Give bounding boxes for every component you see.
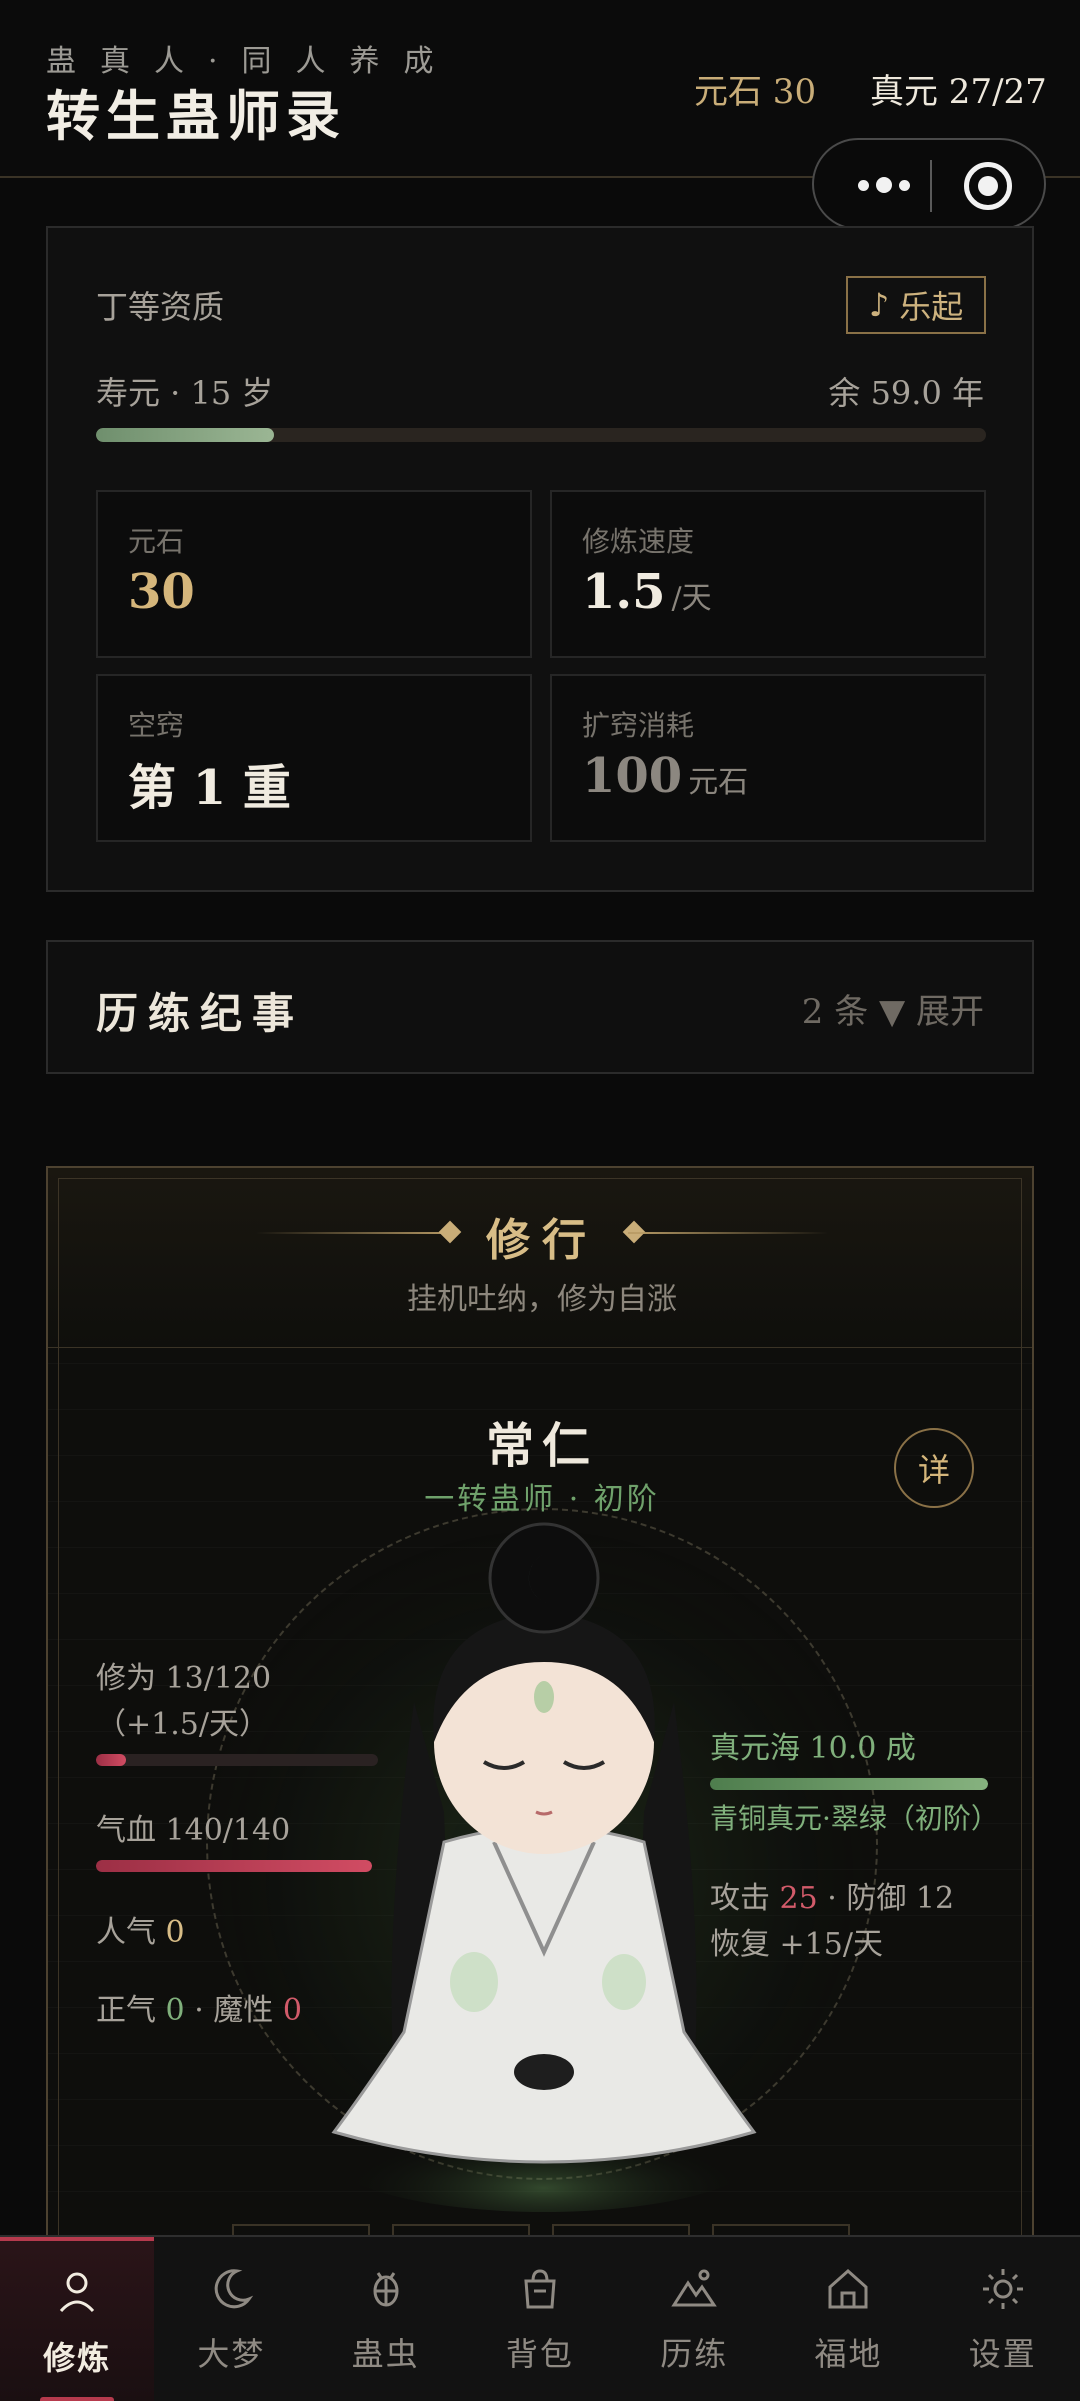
- aperture-bar-fill: [710, 1778, 988, 1790]
- righteous-value: 0: [165, 1993, 185, 2028]
- nav-item-cultivate[interactable]: 修炼: [0, 2237, 155, 2401]
- chronicle-expand-toggle[interactable]: 2 条 ▼ 展开: [802, 984, 984, 1033]
- close-target-icon[interactable]: [964, 162, 1012, 210]
- cultivation-panel: 修行 挂机吐纳，修为自涨 常仁 一转蛊师 · 初阶 详 修为 13/120（+1…: [46, 1166, 1034, 2401]
- music-button-label: 乐起: [899, 288, 964, 326]
- stat-label: 扩窍消耗: [582, 709, 695, 742]
- popularity-row: 人气 0: [96, 1910, 185, 1956]
- music-note-icon: ♪: [868, 286, 890, 324]
- stat-value: 1.5/天: [582, 564, 712, 620]
- detail-button[interactable]: 详: [894, 1428, 974, 1508]
- stat-unit: /天: [671, 581, 712, 616]
- stat-label: 修炼速度: [582, 525, 695, 558]
- stat-value: 100 元石: [582, 748, 749, 804]
- stat-unit: 元石: [688, 765, 749, 800]
- demonic-value: 0: [282, 1993, 302, 2028]
- person-icon: [60, 2272, 95, 2313]
- mini-program-capsule: [812, 138, 1046, 230]
- aperture-bar: [710, 1778, 988, 1790]
- righteous-label: 正气: [96, 1993, 156, 2028]
- app-title: 转生蛊师录: [46, 84, 346, 148]
- attack-label: 攻击: [710, 1881, 770, 1916]
- nav-label: 修炼: [43, 2339, 112, 2377]
- lifespan-bar: [96, 428, 986, 442]
- more-icon[interactable]: [844, 168, 924, 202]
- robe-spot: [602, 1954, 646, 2010]
- recovery-text: 恢复 +15/天: [710, 1927, 883, 1962]
- nav-item-settings[interactable]: 设置: [926, 2237, 1080, 2401]
- popularity-label: 人气: [96, 1915, 156, 1950]
- zhenyuan-counter: 真元 27/27: [870, 72, 1047, 112]
- stat-stone: 元石 30: [96, 490, 532, 658]
- mountain-icon: [671, 2269, 717, 2307]
- stone-counter: 元石 30: [694, 72, 817, 112]
- chronicle-panel[interactable]: 历练纪事 2 条 ▼ 展开: [46, 940, 1034, 1074]
- aperture-text: 真元海 10.0 成: [710, 1731, 916, 1766]
- music-button[interactable]: ♪ 乐起: [846, 276, 986, 334]
- capsule-divider: [930, 160, 932, 212]
- nav-label: 背包: [505, 2335, 574, 2373]
- robe-spot: [450, 1952, 498, 2012]
- attack-value: 25: [779, 1881, 818, 1916]
- nav-label: 大梦: [197, 2335, 266, 2373]
- hp-bar: [96, 1860, 372, 1872]
- nav-label: 蛊虫: [351, 2335, 420, 2373]
- nav-item-travel[interactable]: 历练: [617, 2237, 771, 2401]
- bag-icon: [524, 2269, 556, 2309]
- forehead-mark: [534, 1681, 554, 1713]
- stat-value: 第 1 重: [128, 760, 291, 816]
- hp-text: 气血 140/140: [96, 1813, 291, 1848]
- stat-aperture: 空窍 第 1 重: [96, 674, 532, 842]
- nav-label: 设置: [968, 2335, 1037, 2373]
- aptitude-label: 丁等资质: [96, 288, 225, 326]
- hands: [514, 2054, 574, 2090]
- cultivation-text: 修为 13/120（+1.5/天）: [96, 1661, 272, 1742]
- aperture-group: 真元海 10.0 成 青铜真元·翠绿（初阶）: [710, 1726, 999, 1842]
- bug-icon: [373, 2272, 399, 2307]
- lifespan-bar-fill: [96, 428, 274, 442]
- cultivation-bar: [96, 1754, 378, 1766]
- nav-item-bag[interactable]: 背包: [463, 2237, 617, 2401]
- character-name: 常仁: [485, 1418, 598, 1474]
- defense-text: 防御 12: [846, 1881, 955, 1916]
- stat-speed: 修炼速度 1.5/天: [550, 490, 986, 658]
- chronicle-title: 历练纪事: [96, 989, 305, 1038]
- nav-item-blessed-land[interactable]: 福地: [771, 2237, 925, 2401]
- home-icon: [828, 2268, 868, 2309]
- nav-label: 福地: [814, 2335, 883, 2373]
- cultivation-progress-group: 修为 13/120（+1.5/天）: [96, 1656, 378, 1766]
- nav-item-gu[interactable]: 蛊虫: [309, 2237, 463, 2401]
- hp-group: 气血 140/140: [96, 1808, 372, 1872]
- bottom-nav: 修炼 大梦 蛊虫 背包 历练 福地 设置: [0, 2235, 1080, 2401]
- hair-bun: [488, 1522, 600, 1634]
- demonic-label: 魔性: [213, 1993, 274, 2028]
- essence-type: 青铜真元·翠绿（初阶）: [710, 1802, 999, 1835]
- stat-expand-cost: 扩窍消耗 100 元石: [550, 674, 986, 842]
- hp-bar-fill: [96, 1860, 372, 1872]
- stat-label: 空窍: [128, 709, 185, 742]
- lifespan-remaining: 余 59.0 年: [828, 374, 984, 412]
- character-rank: 一转蛊师 · 初阶: [424, 1482, 660, 1517]
- morality-row: 正气 0 · 魔性 0: [96, 1993, 302, 2028]
- lifespan-label: 寿元 · 15 岁: [96, 374, 274, 412]
- sun-icon: [982, 2269, 1023, 2309]
- popularity-value: 0: [165, 1915, 185, 1950]
- moon-icon: [215, 2269, 254, 2309]
- cultivation-bar-fill: [96, 1754, 127, 1766]
- stat-label: 元石: [128, 525, 185, 558]
- nav-label: 历练: [660, 2335, 729, 2373]
- status-card: 丁等资质 ♪ 乐起 寿元 · 15 岁 余 59.0 年 元石 30 修炼速度 …: [46, 226, 1034, 892]
- stat-value: 30: [128, 564, 195, 620]
- combat-row: 攻击 25 · 防御 12: [710, 1881, 955, 1916]
- nav-item-dream[interactable]: 大梦: [154, 2237, 308, 2401]
- character-portrait[interactable]: [324, 1512, 764, 2212]
